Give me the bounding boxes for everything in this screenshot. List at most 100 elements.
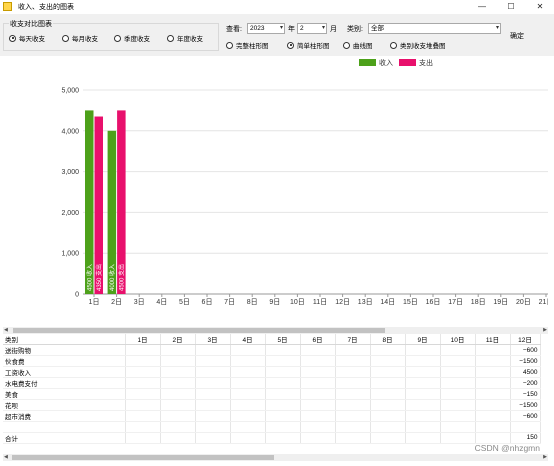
table-cell: −1500 (510, 399, 541, 411)
table-cell (370, 421, 406, 433)
chart-scrollbar-thumb[interactable] (13, 328, 385, 333)
radio-yearly[interactable]: 年度收支 (167, 33, 203, 43)
column-header[interactable]: 5日 (265, 334, 301, 345)
table-row[interactable]: 送街购物 −600 (3, 344, 541, 356)
year-select[interactable]: 2023 ▾ (247, 23, 285, 34)
radio-label: 曲线图 (353, 43, 373, 50)
y-tick-label: 3,000 (61, 169, 79, 176)
app-icon (3, 2, 12, 11)
radio-indicator (167, 34, 174, 42)
table-row[interactable] (3, 421, 541, 433)
column-header[interactable]: 7日 (335, 334, 371, 345)
confirm-button[interactable]: 确定 (510, 31, 524, 41)
table-cell (160, 410, 196, 422)
minimize-button[interactable]: — (468, 0, 496, 14)
scroll-left-icon[interactable]: ◀ (4, 327, 8, 334)
radio-indicator (226, 41, 233, 49)
column-header[interactable]: 11日 (475, 334, 511, 345)
radio-stacked-chart[interactable]: 类别收支堆叠图 (390, 40, 446, 50)
chevron-down-icon: ▾ (495, 25, 499, 31)
x-tick-label: 5日 (179, 298, 190, 306)
table-cell (405, 377, 441, 389)
bar-data-label: 4500 支出 (118, 264, 126, 291)
x-tick-label: 17日 (448, 298, 463, 306)
chart-scrollbar[interactable]: ◀ ▶ (3, 327, 548, 334)
radio-full-bar[interactable]: 完整柱形图 (226, 40, 269, 50)
table-cell (335, 377, 371, 389)
y-tick-label: 0 (75, 292, 79, 299)
category-select[interactable]: 全部 ▾ (368, 23, 501, 34)
radio-monthly[interactable]: 每月收支 (62, 33, 98, 43)
table-cell (230, 410, 266, 422)
column-header[interactable]: 3日 (195, 334, 231, 345)
x-tick-label: 16日 (426, 298, 441, 306)
table-cell (405, 399, 441, 411)
radio-quarterly[interactable]: 季度收支 (114, 33, 150, 43)
radio-daily[interactable]: 每天收支 (9, 33, 45, 43)
radio-line-chart[interactable]: 曲线图 (343, 40, 373, 50)
row-category: 超市消费 (3, 410, 126, 422)
x-tick-label: 15日 (403, 298, 418, 306)
table-cell (125, 432, 161, 444)
column-header[interactable]: 类别 (3, 334, 126, 345)
table-row[interactable]: 超市消费 −600 (3, 410, 541, 422)
grid-scrollbar[interactable]: ◀ ▶ (3, 454, 548, 461)
table-row[interactable]: 美食 −150 (3, 388, 541, 400)
column-header[interactable]: 4日 (230, 334, 266, 345)
scroll-right-icon[interactable]: ▶ (543, 454, 547, 461)
table-cell (405, 388, 441, 400)
table-row[interactable]: 合计 150 (3, 432, 541, 444)
row-category: 伙食费 (3, 355, 126, 367)
legend-swatch (399, 59, 416, 66)
table-row[interactable]: 工资收入 4500 (3, 366, 541, 378)
table-cell (510, 421, 541, 433)
column-header[interactable]: 2日 (160, 334, 196, 345)
table-row[interactable]: 伙食费 −1500 (3, 355, 541, 367)
table-cell (440, 399, 476, 411)
x-tick-label: 1日 (89, 298, 100, 306)
table-cell (230, 388, 266, 400)
row-category: 工资收入 (3, 366, 126, 378)
column-header[interactable]: 12日 (510, 334, 541, 345)
column-header[interactable]: 9日 (405, 334, 441, 345)
x-tick-label: 19日 (493, 298, 508, 306)
radio-simple-bar[interactable]: 简单柱形图 (287, 40, 330, 50)
table-cell (230, 377, 266, 389)
table-cell (265, 421, 301, 433)
maximize-button[interactable]: ☐ (497, 0, 525, 14)
y-tick-label: 4,000 (61, 128, 79, 135)
table-cell (440, 432, 476, 444)
x-tick-label: 3日 (134, 298, 145, 306)
table-cell (195, 399, 231, 411)
table-cell (405, 355, 441, 367)
row-category: 水电费支付 (3, 377, 126, 389)
legend-label: 收入 (379, 58, 393, 67)
column-header[interactable]: 10日 (440, 334, 476, 345)
table-cell (370, 355, 406, 367)
table-cell (195, 388, 231, 400)
table-cell (370, 432, 406, 444)
year-unit: 年 (288, 26, 295, 33)
table-cell (475, 410, 511, 422)
month-select[interactable]: 2 ▾ (297, 23, 327, 34)
column-header[interactable]: 6日 (300, 334, 336, 345)
table-cell (335, 344, 371, 356)
column-header[interactable]: 8日 (370, 334, 406, 345)
table-cell (335, 432, 371, 444)
table-cell (125, 399, 161, 411)
x-tick-label: 9日 (269, 298, 280, 306)
table-row[interactable]: 花呗 −1500 (3, 399, 541, 411)
table-cell (370, 366, 406, 378)
close-button[interactable]: ✕ (526, 0, 554, 14)
column-header[interactable]: 1日 (125, 334, 161, 345)
table-cell (440, 366, 476, 378)
table-row[interactable]: 水电费支付 −200 (3, 377, 541, 389)
grid-scrollbar-thumb[interactable] (12, 455, 274, 460)
x-tick-label: 6日 (202, 298, 213, 306)
scroll-right-icon[interactable]: ▶ (543, 327, 547, 334)
radio-label: 每天收支 (19, 36, 45, 43)
row-category (3, 421, 126, 433)
scroll-left-icon[interactable]: ◀ (4, 454, 8, 461)
radio-label: 年度收支 (177, 36, 203, 43)
table-cell (300, 366, 336, 378)
